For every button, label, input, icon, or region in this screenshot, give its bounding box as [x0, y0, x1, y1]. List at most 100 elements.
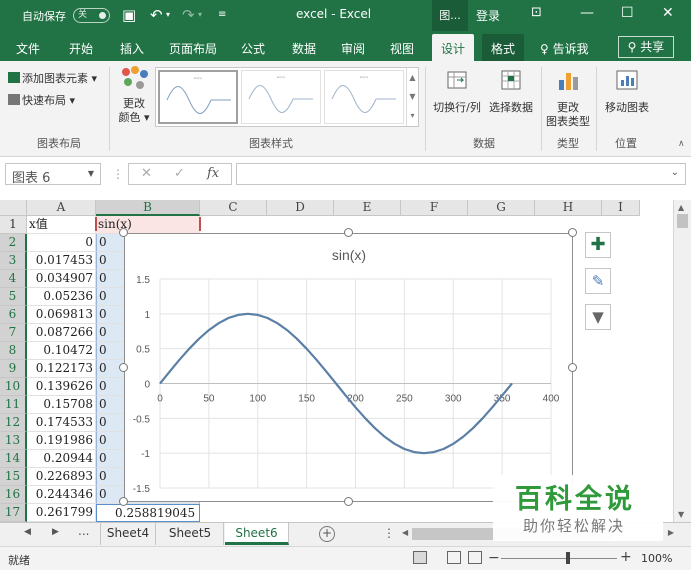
page-layout-view-icon[interactable] [447, 551, 461, 564]
column-header-b[interactable]: B [96, 200, 200, 216]
customize-quick-access-icon[interactable]: ≡ [218, 6, 226, 24]
zoom-out-icon[interactable]: − [488, 550, 500, 566]
tab-data[interactable]: 数据 [292, 40, 316, 57]
chart-object[interactable]: sin(x) 1.5 1 0.5 0 -0.5 -1 -1.5 0 50 100 150 200 250 3… [124, 233, 573, 502]
row-header-7[interactable]: 7 [0, 324, 27, 342]
switch-row-column-button[interactable]: 切换行/列 [431, 66, 483, 115]
resize-handle-bottom[interactable] [344, 497, 353, 506]
row-header-10[interactable]: 10 [0, 378, 27, 396]
redo-dropdown-icon[interactable]: ▾ [198, 6, 202, 24]
resize-handle-bottom-left[interactable] [119, 497, 128, 506]
scroll-left-icon[interactable]: ◀ [402, 528, 408, 537]
select-data-button[interactable]: 选择数据 [486, 66, 536, 115]
zoom-level[interactable]: 100% [641, 552, 672, 565]
cell-a3[interactable]: 0.017453 [27, 252, 96, 270]
name-box[interactable]: 图表 6 ▼ [5, 163, 101, 186]
formula-input[interactable]: ⌄ [236, 163, 686, 185]
column-header-i[interactable]: I [602, 200, 640, 216]
sheet-tab-sheet4[interactable]: Sheet4 [100, 523, 156, 545]
add-sheet-icon[interactable]: + [319, 526, 335, 542]
gallery-more-icon[interactable]: ▾ [407, 106, 418, 125]
collapse-ribbon-icon[interactable]: ∧ [678, 139, 685, 149]
cell-a1[interactable]: x值 [27, 216, 96, 234]
tell-me-search[interactable]: ♀ 告诉我 [540, 40, 589, 57]
column-header-g[interactable]: G [468, 200, 535, 216]
column-header-e[interactable]: E [334, 200, 401, 216]
zoom-slider-knob[interactable] [566, 552, 570, 564]
cell-a2[interactable]: 0 [27, 234, 96, 252]
cell-b17[interactable]: 0.258819045 [96, 504, 200, 522]
row-header-13[interactable]: 13 [0, 432, 27, 450]
chart-filters-funnel-icon[interactable]: ▼ [585, 304, 611, 330]
scroll-down-icon[interactable]: ▼ [678, 510, 684, 519]
sheet-next-icon[interactable]: ▶ [52, 527, 59, 537]
column-header-f[interactable]: F [401, 200, 468, 216]
row-header-15[interactable]: 15 [0, 468, 27, 486]
tab-insert[interactable]: 插入 [120, 40, 144, 57]
change-colors-button[interactable]: 更改 颜色 ▾ [114, 66, 154, 125]
tab-format[interactable]: 格式 [482, 34, 525, 61]
share-button[interactable]: ⚲ 共享 [618, 36, 674, 58]
row-header-8[interactable]: 8 [0, 342, 27, 360]
autosave-toggle[interactable]: 关 [73, 8, 110, 23]
ribbon-display-options-icon[interactable]: ⊡ [531, 5, 542, 20]
cell-a9[interactable]: 0.122173 [27, 360, 96, 378]
cell-a14[interactable]: 0.20944 [27, 450, 96, 468]
cell-a13[interactable]: 0.191986 [27, 432, 96, 450]
tab-split-handle[interactable]: ⋮ [383, 526, 395, 540]
resize-handle-left[interactable] [119, 363, 128, 372]
column-header-c[interactable]: C [200, 200, 267, 216]
chart-style-thumb-1[interactable]: sin(x) [158, 70, 238, 124]
chart-styles-brush-icon[interactable]: ✎ [585, 268, 611, 294]
row-header-2[interactable]: 2 [0, 234, 27, 252]
tab-page-layout[interactable]: 页面布局 [169, 40, 217, 57]
row-header-12[interactable]: 12 [0, 414, 27, 432]
add-chart-element-button[interactable]: 添加图表元素 ▾ [8, 70, 97, 86]
column-header-h[interactable]: H [535, 200, 602, 216]
tab-review[interactable]: 审阅 [341, 40, 365, 57]
sheet-more-button[interactable]: ... [78, 524, 89, 538]
scroll-right-icon[interactable]: ▶ [668, 528, 674, 537]
login-button[interactable]: 登录 [476, 7, 500, 24]
chart-style-thumb-3[interactable]: sin(x) [324, 70, 404, 124]
chart-elements-plus-icon[interactable]: ✚ [585, 232, 611, 258]
zoom-in-icon[interactable]: + [620, 549, 632, 565]
row-header-16[interactable]: 16 [0, 486, 27, 504]
row-header-17[interactable]: 17 [0, 504, 27, 522]
cell-a4[interactable]: 0.034907 [27, 270, 96, 288]
cell-a17[interactable]: 0.261799 [27, 504, 96, 522]
change-chart-type-button[interactable]: 更改 图表类型 [543, 66, 593, 129]
zoom-slider[interactable] [501, 558, 617, 559]
gallery-down-icon[interactable]: ▼ [407, 87, 418, 106]
resize-handle-top[interactable] [344, 228, 353, 237]
scroll-up-icon[interactable]: ▲ [678, 203, 684, 212]
cell-b1[interactable]: sin(x) [96, 216, 200, 234]
chart-style-thumb-2[interactable]: sin(x) [241, 70, 321, 124]
save-icon[interactable]: ▣ [122, 6, 136, 24]
sheet-prev-icon[interactable]: ◀ [24, 527, 31, 537]
vertical-scrollbar[interactable]: ▲ ▼ [673, 200, 691, 522]
sheet-tab-sheet5[interactable]: Sheet5 [157, 523, 224, 545]
select-all-corner[interactable] [0, 200, 27, 216]
gallery-scroll[interactable]: ▲ ▼ ▾ [406, 68, 418, 126]
tab-file[interactable]: 文件 [16, 40, 40, 57]
cell-a15[interactable]: 0.226893 [27, 468, 96, 486]
expand-formula-bar-icon[interactable]: ⌄ [671, 167, 679, 178]
row-header-5[interactable]: 5 [0, 288, 27, 306]
row-header-4[interactable]: 4 [0, 270, 27, 288]
vertical-scroll-thumb[interactable] [677, 214, 688, 228]
sheet-tab-sheet6[interactable]: Sheet6 [225, 523, 289, 545]
resize-handle-top-right[interactable] [568, 228, 577, 237]
row-header-3[interactable]: 3 [0, 252, 27, 270]
cell-a16[interactable]: 0.244346 [27, 486, 96, 504]
gallery-up-icon[interactable]: ▲ [407, 68, 418, 87]
tab-design[interactable]: 设计 [432, 34, 475, 61]
cell-a8[interactable]: 0.10472 [27, 342, 96, 360]
resize-handle-right[interactable] [568, 363, 577, 372]
undo-icon[interactable]: ↶ [150, 6, 163, 24]
cell-a11[interactable]: 0.15708 [27, 396, 96, 414]
tab-view[interactable]: 视图 [390, 40, 414, 57]
row-header-11[interactable]: 11 [0, 396, 27, 414]
tab-home[interactable]: 开始 [69, 40, 93, 57]
resize-handle-top-left[interactable] [119, 228, 128, 237]
